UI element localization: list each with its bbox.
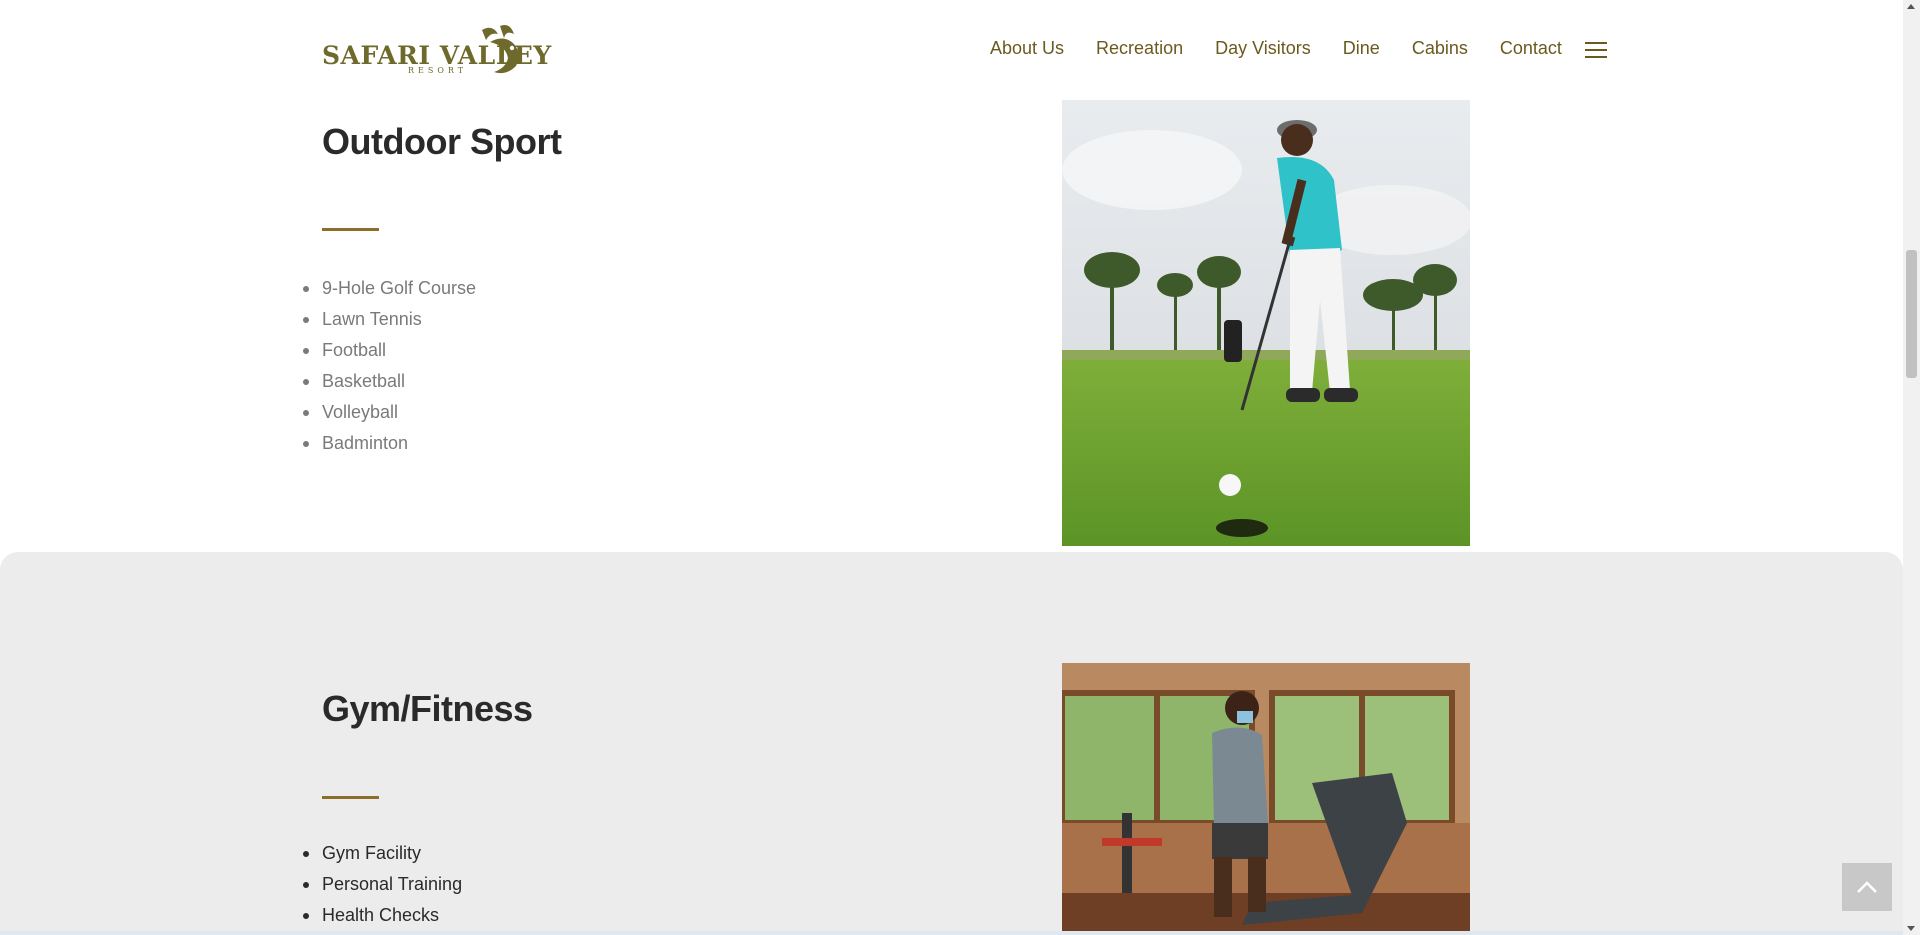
section-title-gym-fitness: Gym/Fitness: [322, 688, 533, 729]
title-divider: [322, 228, 379, 231]
chevron-up-icon: [1857, 881, 1877, 893]
title-divider: [322, 796, 379, 799]
list-item: Personal Training: [302, 869, 462, 900]
nav-cabins[interactable]: Cabins: [1412, 38, 1468, 59]
scroll-down-arrow-icon[interactable]: [1907, 926, 1915, 931]
nav-about-us[interactable]: About Us: [990, 38, 1064, 59]
main-nav: About Us Recreation Day Visitors Dine Ca…: [990, 38, 1607, 59]
scrollbar-thumb[interactable]: [1906, 250, 1917, 378]
list-item: Lawn Tennis: [302, 304, 476, 335]
brand-tagline: RESORT: [408, 66, 468, 75]
scroll-up-arrow-icon[interactable]: [1907, 4, 1915, 9]
list-item: Football: [302, 335, 476, 366]
gym-fitness-section: Gym/Fitness Gym Facility Personal Traini…: [0, 552, 1903, 935]
page-bottom-strip: [0, 931, 1903, 935]
list-item: Health Checks: [302, 900, 462, 931]
gym-fitness-list: Gym Facility Personal Training Health Ch…: [302, 838, 462, 931]
back-to-top-button[interactable]: [1842, 863, 1892, 911]
antelope-logo-icon: [482, 25, 519, 74]
list-item: Basketball: [302, 366, 476, 397]
nav-day-visitors[interactable]: Day Visitors: [1215, 38, 1311, 59]
brand-logo[interactable]: SAFARI VALLEY RESORT: [322, 24, 551, 78]
section-title-outdoor-sport: Outdoor Sport: [322, 121, 562, 162]
list-item: Volleyball: [302, 397, 476, 428]
list-item: Gym Facility: [302, 838, 462, 869]
nav-contact[interactable]: Contact: [1500, 38, 1562, 59]
hamburger-menu-icon[interactable]: [1584, 41, 1607, 59]
golfer-putting-on-green-photo: [1062, 100, 1470, 546]
man-on-treadmill-photo: [1062, 663, 1470, 935]
list-item: Badminton: [302, 428, 476, 459]
nav-recreation[interactable]: Recreation: [1096, 38, 1183, 59]
list-item: 9-Hole Golf Course: [302, 273, 476, 304]
site-header: SAFARI VALLEY RESORT About Us Recreation…: [0, 0, 1903, 100]
page-scrollbar[interactable]: [1903, 0, 1920, 935]
nav-dine[interactable]: Dine: [1343, 38, 1380, 59]
outdoor-sport-list: 9-Hole Golf Course Lawn Tennis Football …: [302, 273, 476, 459]
